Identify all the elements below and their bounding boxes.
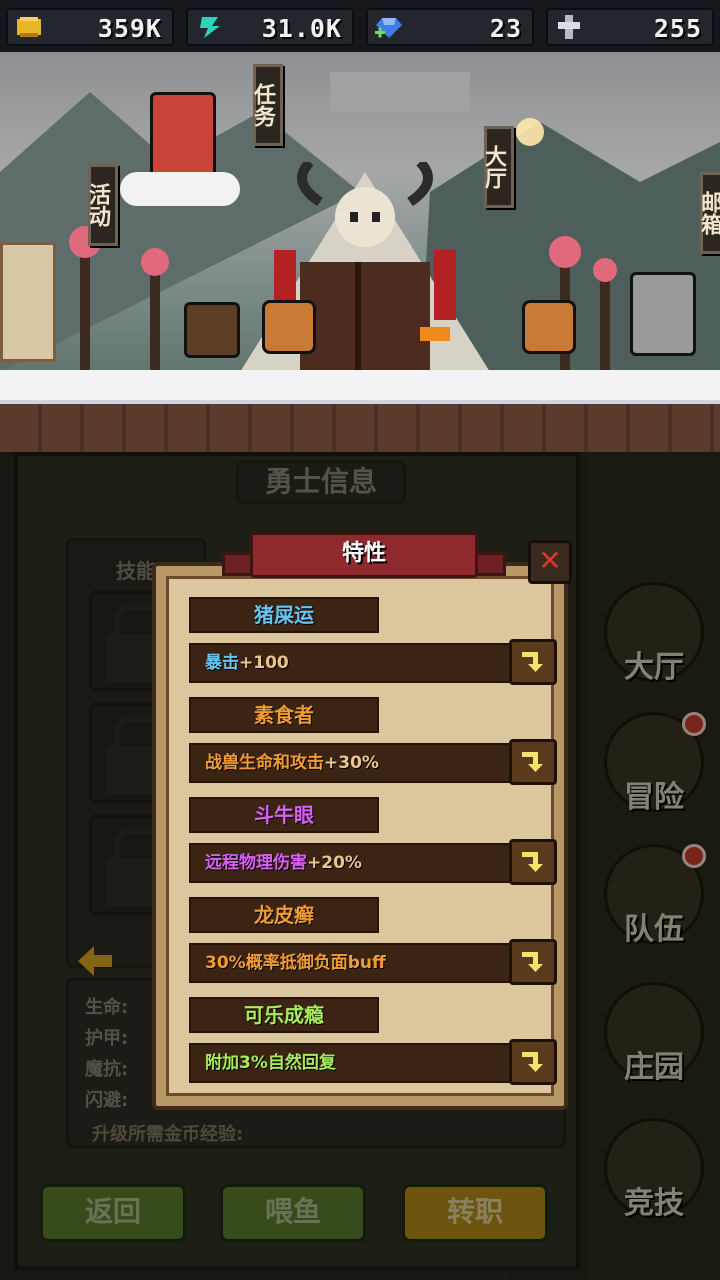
trait-swap-button[interactable] [509, 739, 557, 785]
traits-dialog: 特性 ✕ 猪屎运 暴击+100 素食者 战兽生命和攻击+30% 斗牛眼 远程物理… [152, 532, 572, 1110]
resource-bar: 359K 31.0K 23 255 [0, 0, 720, 52]
trait-description: 战兽生命和攻击+30% [189, 743, 511, 783]
trait-description: 暴击+100 [189, 643, 511, 683]
gem-value: 23 [489, 14, 522, 43]
dirt-ground [0, 404, 720, 452]
trait-description: 附加3%自然回复 [189, 1043, 511, 1083]
gem-resource[interactable]: 23 [366, 8, 534, 46]
banner-quest[interactable]: 任务 [250, 64, 283, 146]
gold-coin-icon [17, 17, 41, 37]
swap-arrow-icon [522, 852, 543, 872]
swap-arrow-icon [522, 952, 543, 972]
trait-description: 30%概率抵御负面buff [189, 943, 511, 983]
hero-character[interactable] [262, 300, 316, 354]
trait-swap-button[interactable] [509, 839, 557, 885]
village-scene: 任务 活动 大厅 邮箱 [0, 52, 720, 452]
trait-name: 素食者 [189, 697, 379, 733]
mail-npc[interactable] [630, 272, 696, 356]
trait-swap-button[interactable] [509, 639, 557, 685]
blue-gem-icon [375, 18, 402, 38]
barrel-character[interactable] [184, 302, 240, 358]
banner-hall[interactable]: 大厅 [481, 126, 514, 208]
snow-ground [0, 370, 720, 404]
swap-arrow-icon [522, 752, 543, 772]
gold-value: 359K [97, 14, 162, 43]
close-button[interactable]: ✕ [528, 540, 572, 584]
traits-list: 猪屎运 暴击+100 素食者 战兽生命和攻击+30% 斗牛眼 远程物理伤害+20… [166, 576, 557, 1096]
token-value: 255 [653, 14, 702, 43]
crystal-value: 31.0K [261, 14, 342, 43]
notice-board[interactable] [0, 242, 56, 362]
trait-swap-button[interactable] [509, 939, 557, 985]
banner-activity[interactable]: 活动 [85, 164, 118, 246]
trait-name: 斗牛眼 [189, 797, 379, 833]
blossom-trees [69, 226, 617, 372]
swap-arrow-icon [522, 652, 543, 672]
gold-resource[interactable]: 359K [6, 8, 174, 46]
villager-character[interactable] [522, 300, 576, 354]
dialog-title: 特性 [250, 532, 478, 578]
cross-token-icon [558, 15, 580, 39]
swap-arrow-icon [522, 1052, 543, 1072]
trait-name: 可乐成瘾 [189, 997, 379, 1033]
trait-name: 龙皮癣 [189, 897, 379, 933]
trait-description: 远程物理伤害+20% [189, 843, 511, 883]
crystal-resource[interactable]: 31.0K [186, 8, 354, 46]
green-crystal-icon [200, 17, 220, 38]
cloud [120, 172, 240, 206]
close-icon: ✕ [538, 544, 562, 577]
trait-swap-button[interactable] [509, 1039, 557, 1085]
banner-mailbox[interactable]: 邮箱 [697, 172, 720, 254]
trait-name: 猪屎运 [189, 597, 379, 633]
token-resource[interactable]: 255 [546, 8, 714, 46]
